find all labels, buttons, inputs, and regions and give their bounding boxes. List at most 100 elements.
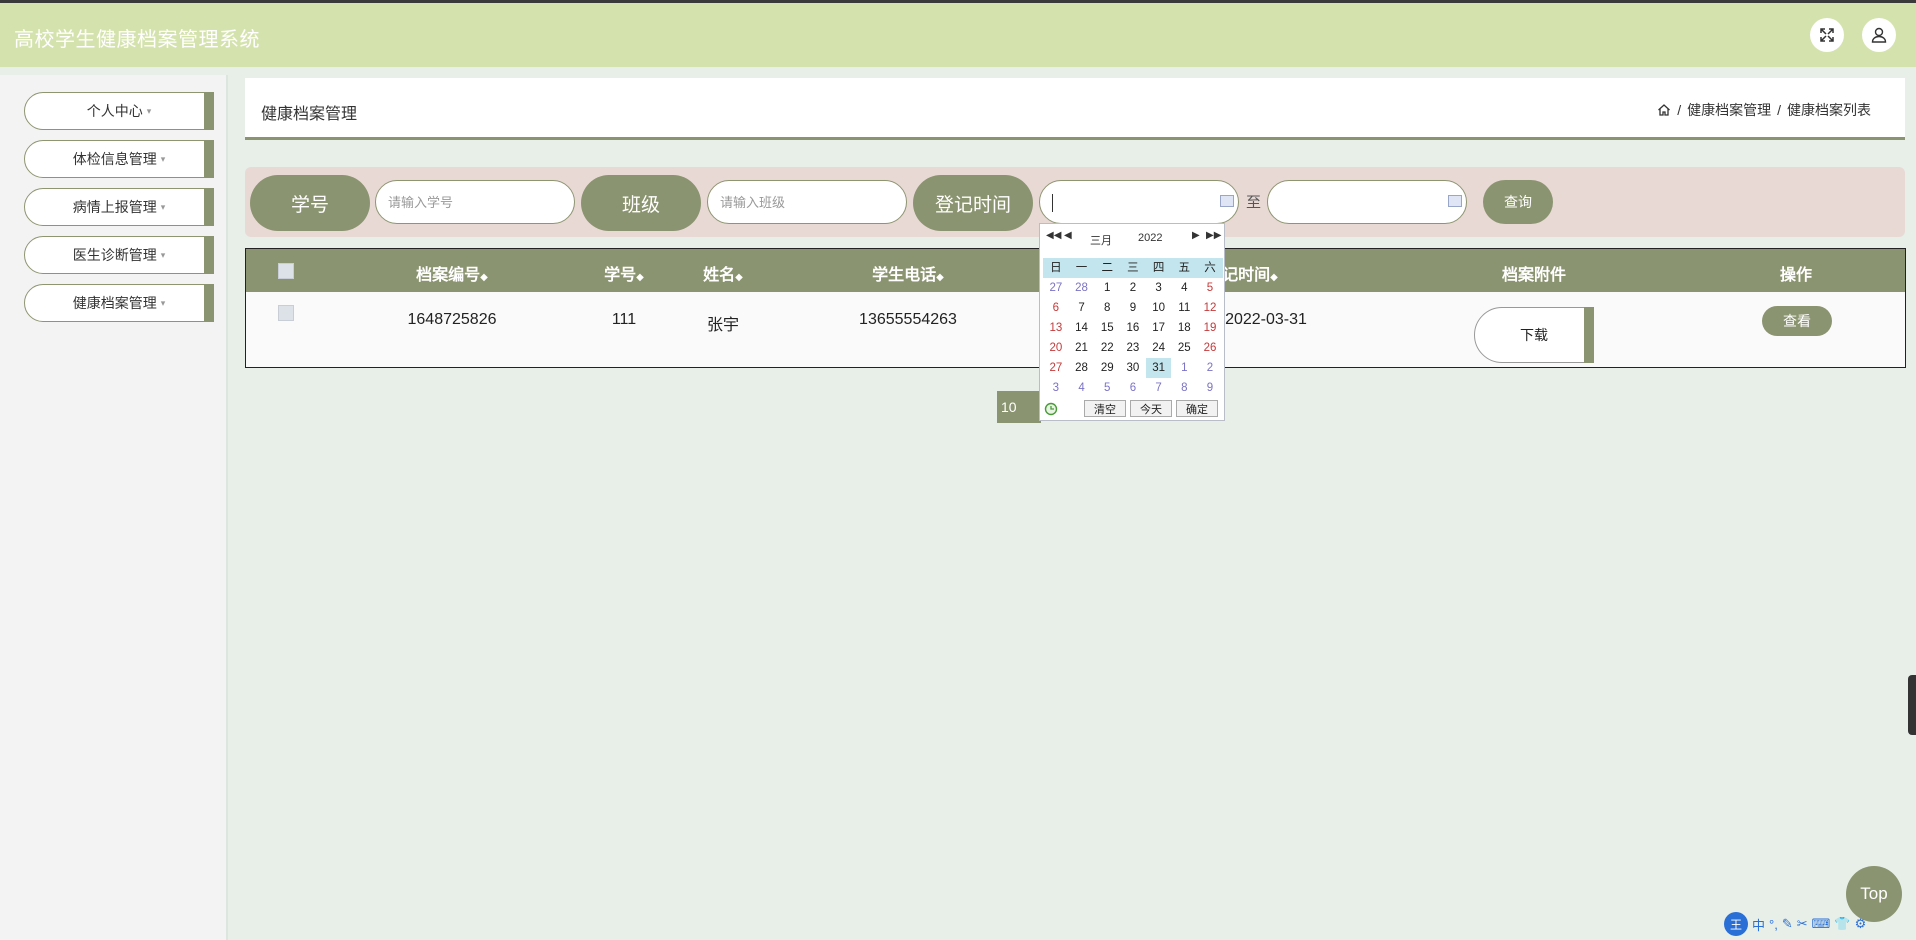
- date-cell[interactable]: 30: [1120, 358, 1146, 378]
- date-cell[interactable]: 13: [1043, 318, 1069, 338]
- column-header-name[interactable]: 姓名◆: [703, 261, 743, 285]
- sidebar-item-physical-exam[interactable]: 体检信息管理 ▾: [24, 140, 214, 178]
- page-header-bar: 健康档案管理 / 健康档案管理 / 健康档案列表: [245, 78, 1905, 140]
- sidebar-item-doctor-diagnosis[interactable]: 医生诊断管理 ▾: [24, 236, 214, 274]
- date-cell[interactable]: 29: [1094, 358, 1120, 378]
- ime-logo[interactable]: 王: [1724, 912, 1748, 936]
- reg-time-end-input[interactable]: [1267, 180, 1467, 224]
- date-cell[interactable]: 28: [1069, 358, 1095, 378]
- punctuation-icon[interactable]: °,: [1769, 917, 1778, 932]
- date-cell[interactable]: 4: [1171, 278, 1197, 298]
- date-cell[interactable]: 9: [1120, 298, 1146, 318]
- calendar-icon[interactable]: [1220, 195, 1234, 207]
- sort-icon[interactable]: ◆: [1270, 272, 1278, 283]
- date-today-button[interactable]: 今天: [1130, 400, 1172, 417]
- date-cell-selected[interactable]: 31: [1145, 358, 1172, 378]
- date-cell[interactable]: 1: [1171, 358, 1197, 378]
- ime-lang-toggle[interactable]: 中: [1752, 915, 1765, 934]
- date-confirm-button[interactable]: 确定: [1176, 400, 1218, 417]
- date-cell[interactable]: 4: [1069, 378, 1095, 398]
- date-cell[interactable]: 24: [1146, 338, 1172, 358]
- date-cell[interactable]: 5: [1197, 278, 1223, 298]
- date-cell[interactable]: 2: [1120, 278, 1146, 298]
- date-cell[interactable]: 3: [1146, 278, 1172, 298]
- date-range-separator: 至: [1246, 194, 1262, 211]
- side-edge-tab[interactable]: [1908, 675, 1916, 735]
- breadcrumb-health-records[interactable]: 健康档案管理: [1687, 100, 1771, 120]
- prev-month-icon[interactable]: ◀: [1064, 230, 1072, 241]
- user-button[interactable]: [1862, 18, 1896, 52]
- date-cell[interactable]: 27: [1043, 358, 1069, 378]
- date-cell[interactable]: 21: [1069, 338, 1095, 358]
- date-cell[interactable]: 3: [1043, 378, 1069, 398]
- sort-icon[interactable]: ◆: [735, 272, 743, 283]
- time-icon[interactable]: [1044, 402, 1058, 416]
- date-cell[interactable]: 8: [1171, 378, 1197, 398]
- page-size-select[interactable]: 10: [997, 391, 1041, 423]
- cell-name: 张宇: [706, 317, 740, 334]
- date-cell[interactable]: 25: [1171, 338, 1197, 358]
- select-all-checkbox[interactable]: [278, 263, 294, 279]
- sidebar-item-personal-center[interactable]: 个人中心 ▾: [24, 92, 214, 130]
- reg-time-start-input[interactable]: [1039, 180, 1239, 224]
- date-cell[interactable]: 7: [1069, 298, 1095, 318]
- date-cell[interactable]: 28: [1069, 278, 1095, 298]
- sidebar-item-label: 医生诊断管理: [72, 247, 157, 263]
- keyboard-icon[interactable]: ⌨: [1812, 916, 1831, 932]
- sidebar-item-health-records[interactable]: 健康档案管理 ▾: [24, 284, 214, 322]
- date-cell[interactable]: 18: [1171, 318, 1197, 338]
- column-header-student-no[interactable]: 学号◆: [604, 261, 644, 285]
- student-no-input[interactable]: [375, 180, 575, 224]
- date-cell[interactable]: 12: [1197, 298, 1223, 318]
- home-icon[interactable]: [1657, 103, 1671, 117]
- date-cell[interactable]: 9: [1197, 378, 1223, 398]
- breadcrumb-separator: /: [1677, 102, 1682, 118]
- date-picker-year[interactable]: 2022: [1138, 232, 1162, 244]
- date-cell[interactable]: 10: [1146, 298, 1172, 318]
- row-checkbox[interactable]: [278, 305, 294, 321]
- date-cell[interactable]: 17: [1146, 318, 1172, 338]
- date-cell[interactable]: 20: [1043, 338, 1069, 358]
- sidebar-item-illness-report[interactable]: 病情上报管理 ▾: [24, 188, 214, 226]
- gear-icon[interactable]: ⚙: [1855, 916, 1867, 932]
- sort-icon[interactable]: ◆: [480, 272, 488, 283]
- weekday-label: 二: [1101, 262, 1113, 274]
- date-cell[interactable]: 19: [1197, 318, 1223, 338]
- column-header-phone[interactable]: 学生电话◆: [872, 261, 944, 285]
- column-header-record-no[interactable]: 档案编号◆: [416, 261, 488, 285]
- date-cell[interactable]: 26: [1197, 338, 1223, 358]
- date-cell[interactable]: 27: [1043, 278, 1069, 298]
- sort-icon[interactable]: ◆: [936, 272, 944, 283]
- prev-year-icon[interactable]: ◀◀: [1046, 230, 1061, 241]
- date-cell[interactable]: 22: [1094, 338, 1120, 358]
- shirt-icon[interactable]: 👕: [1834, 916, 1850, 932]
- search-button[interactable]: 查询: [1483, 180, 1553, 224]
- fullscreen-button[interactable]: [1810, 18, 1844, 52]
- date-cell[interactable]: 14: [1069, 318, 1095, 338]
- sort-icon[interactable]: ◆: [636, 272, 644, 283]
- date-cell[interactable]: 7: [1146, 378, 1172, 398]
- class-input[interactable]: [707, 180, 907, 224]
- weekday-label: 三: [1127, 262, 1139, 274]
- view-button[interactable]: 查看: [1762, 306, 1832, 336]
- pen-icon[interactable]: ✎: [1782, 916, 1793, 932]
- calendar-icon[interactable]: [1448, 195, 1462, 207]
- date-picker-month[interactable]: 三月: [1090, 232, 1112, 248]
- download-button[interactable]: 下载: [1474, 307, 1594, 363]
- date-clear-button[interactable]: 清空: [1084, 400, 1126, 417]
- date-cell[interactable]: 1: [1094, 278, 1120, 298]
- date-cell[interactable]: 8: [1094, 298, 1120, 318]
- next-month-icon[interactable]: ▶: [1192, 230, 1200, 241]
- next-year-icon[interactable]: ▶▶: [1206, 230, 1221, 241]
- date-cell[interactable]: 2: [1197, 358, 1223, 378]
- date-cell[interactable]: 6: [1043, 298, 1069, 318]
- date-cell[interactable]: 23: [1120, 338, 1146, 358]
- date-cell[interactable]: 16: [1120, 318, 1146, 338]
- date-cell[interactable]: 5: [1094, 378, 1120, 398]
- sidebar-item-label: 健康档案管理: [72, 295, 157, 311]
- scissors-icon[interactable]: ✂: [1797, 916, 1808, 932]
- date-picker-grid: 日 一 二 三 四 五 六 27 28 1 2 3 4 5 6 7 8 9 10…: [1043, 258, 1223, 398]
- date-cell[interactable]: 11: [1171, 298, 1197, 318]
- date-cell[interactable]: 15: [1094, 318, 1120, 338]
- date-cell[interactable]: 6: [1120, 378, 1146, 398]
